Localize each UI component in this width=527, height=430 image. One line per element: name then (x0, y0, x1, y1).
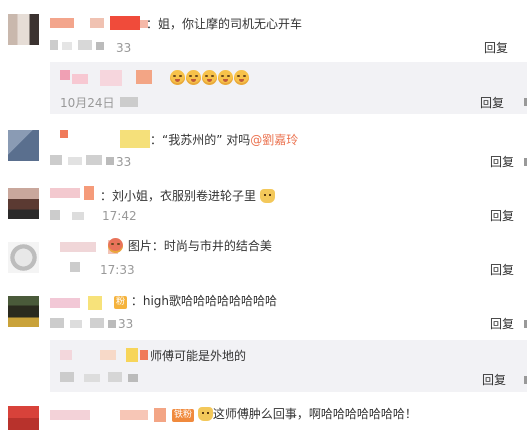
comment-body: 这师傅肿么回事，啊哈哈哈哈哈哈哈！ (212, 407, 417, 421)
timestamp-redacted (50, 155, 120, 167)
reply-button[interactable]: 回复 (490, 154, 514, 170)
username-redacted[interactable] (50, 16, 150, 30)
cat-emoji-icon (259, 189, 275, 203)
emoji-icon (170, 70, 185, 85)
comment-text: 铁粉 这师傅肿么回事，啊哈哈哈哈哈哈哈！ (172, 406, 417, 422)
reply-button[interactable]: 回复 (490, 316, 514, 332)
avatar[interactable] (8, 242, 39, 273)
username-redacted[interactable] (60, 70, 160, 86)
emoji-row (170, 70, 250, 86)
comment-quote: ：“我苏州的” 对吗 (150, 133, 251, 147)
comment-body: ：high歌哈哈哈哈哈哈哈哈 (130, 294, 278, 308)
reply-button[interactable]: 回复 (482, 372, 506, 388)
comment-time: 33 (116, 155, 132, 169)
emoji-icon (108, 238, 123, 253)
avatar[interactable] (8, 296, 39, 327)
username-redacted[interactable] (60, 128, 150, 148)
emoji-icon (218, 70, 233, 85)
username-redacted[interactable] (50, 296, 110, 310)
comment-text: ：刘小姐，衣服别卷进轮子里 (100, 188, 275, 204)
username-redacted[interactable] (60, 348, 148, 362)
username-redacted[interactable] (50, 408, 170, 422)
reply-button[interactable]: 回复 (490, 262, 514, 278)
fan-badge-icon: 粉 (114, 296, 128, 309)
timestamp-redacted (50, 40, 120, 52)
timestamp-redacted (50, 210, 102, 222)
avatar[interactable] (8, 130, 39, 161)
reply-button[interactable]: 回复 (480, 95, 504, 111)
timestamp-redacted (70, 262, 100, 274)
comment-time: 17:33 (100, 263, 135, 277)
fan-badge-icon: 铁粉 (172, 409, 195, 422)
comment-time: 33 (118, 317, 134, 331)
username-redacted[interactable] (50, 186, 100, 200)
comment-time: 33 (116, 41, 132, 55)
avatar[interactable] (8, 14, 39, 45)
emoji-icon (186, 70, 201, 85)
timestamp-redacted (50, 318, 120, 330)
avatar[interactable] (8, 406, 39, 430)
emoji-icon (202, 70, 217, 85)
cat-emoji-icon (197, 407, 213, 421)
reply-time: 10月24日 (60, 96, 115, 110)
timestamp-redacted (60, 372, 140, 384)
avatar[interactable] (8, 188, 39, 219)
comment-text: ：“我苏州的” 对吗@劉嘉玲 (150, 132, 298, 148)
reply-text: 师傅可能是外地的 (150, 349, 247, 363)
mention-link[interactable]: @劉嘉玲 (250, 133, 298, 147)
comment-text: 图片：时尚与市井的结合美 (108, 238, 272, 254)
comment-time: 17:42 (102, 209, 137, 223)
comment-text: 粉 ：high歌哈哈哈哈哈哈哈哈 (114, 293, 277, 309)
timestamp-redacted (120, 97, 140, 109)
comment-body: 图片：时尚与市井的结合美 (127, 239, 272, 253)
comment-body: ：刘小姐，衣服别卷进轮子里 (100, 189, 257, 203)
reply-button[interactable]: 回复 (490, 208, 514, 224)
reply-button[interactable]: 回复 (484, 40, 508, 56)
comment-text: ：姐，你让摩的司机无心开车 (146, 17, 303, 31)
emoji-icon (234, 70, 249, 85)
